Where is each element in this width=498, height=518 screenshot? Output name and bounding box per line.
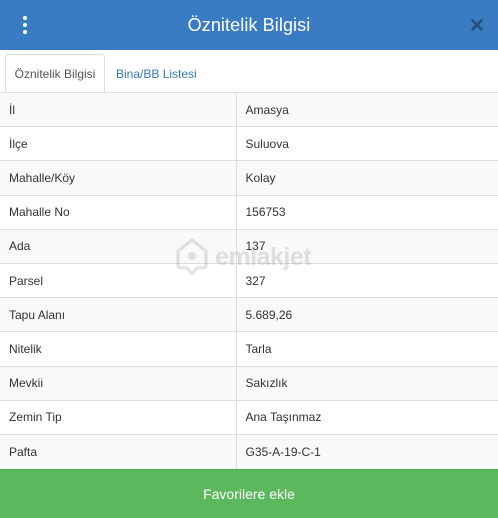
attribute-value: Sakızlık: [236, 365, 498, 401]
menu-dot: [23, 16, 27, 20]
table-row: Pafta G35-A-19-C-1: [0, 433, 498, 469]
close-icon[interactable]: [466, 0, 488, 50]
attribute-value: 137: [236, 228, 498, 264]
attribute-key: Pafta: [0, 433, 237, 469]
attribute-value: 156753: [236, 194, 498, 230]
attribute-value: 327: [236, 262, 498, 298]
table-row: Zemin Tip Ana Taşınmaz: [0, 399, 498, 435]
attribute-key: Ada: [0, 228, 237, 264]
table-row: Ada 137: [0, 228, 498, 264]
table-row: Tapu Alanı 5.689,26: [0, 297, 498, 332]
table-row: Parsel 327: [0, 262, 498, 298]
table-row: İlçe Suluova: [0, 126, 498, 161]
attribute-value: Suluova: [236, 126, 498, 161]
attribute-value: Kolay: [236, 160, 498, 196]
attribute-key: Zemin Tip: [0, 399, 237, 435]
table-row: Nitelik Tarla: [0, 331, 498, 366]
attribute-key: Tapu Alanı: [0, 297, 237, 332]
attribute-key: İl: [0, 91, 237, 127]
attribute-key: Mahalle/Köy: [0, 160, 237, 196]
attribute-value: Tarla: [236, 331, 498, 366]
table-row: Mevkii Sakızlık: [0, 365, 498, 401]
attribute-key: Nitelik: [0, 331, 237, 366]
menu-icon[interactable]: [14, 0, 36, 50]
menu-dot: [23, 23, 27, 27]
attribute-key: Mevkii: [0, 365, 237, 401]
tab-bar: Öznitelik Bilgisi Bina/BB Listesi: [0, 50, 498, 94]
add-to-favorites-button[interactable]: Favorilere ekle: [0, 469, 498, 518]
dialog-header: Öznitelik Bilgisi: [0, 0, 498, 50]
attribute-key: İlçe: [0, 126, 237, 161]
attribute-key: Parsel: [0, 262, 237, 298]
attribute-value: G35-A-19-C-1: [236, 433, 498, 469]
dialog-title: Öznitelik Bilgisi: [187, 14, 311, 35]
attribute-table: İl Amasya İlçe Suluova Mahalle/Köy Kolay Mahal…: [0, 91, 498, 469]
menu-dot: [23, 30, 27, 34]
tab-bina-bb-listesi[interactable]: Bina/BB Listesi: [116, 54, 197, 93]
tab-oznitelik-bilgisi[interactable]: Öznitelik Bilgisi: [5, 54, 105, 94]
attribute-value: 5.689,26: [236, 297, 498, 332]
close-icon-glyph: [471, 19, 483, 31]
attribute-value: Amasya: [236, 91, 498, 127]
attribute-key: Mahalle No: [0, 194, 237, 230]
table-row: İl Amasya: [0, 91, 498, 127]
attribute-value: Ana Taşınmaz: [236, 399, 498, 435]
table-row: Mahalle No 156753: [0, 194, 498, 230]
table-row: Mahalle/Köy Kolay: [0, 160, 498, 196]
